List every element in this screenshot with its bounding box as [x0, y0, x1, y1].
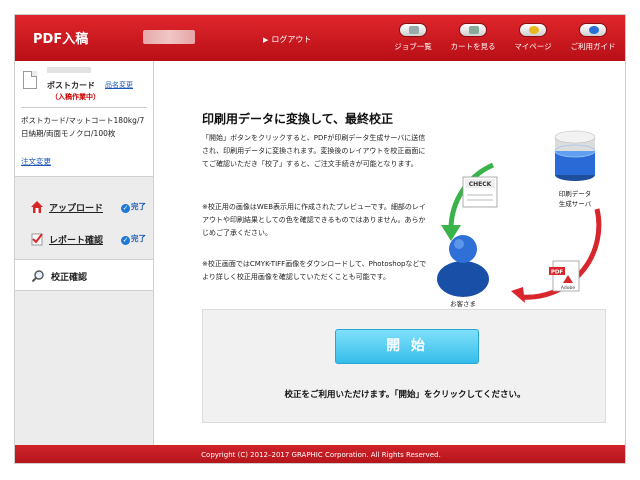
nav-guide[interactable]: ご利用ガイド	[565, 23, 621, 55]
logout-label: ログアウト	[271, 35, 312, 44]
check-circle-icon: ✓	[121, 236, 130, 245]
start-button[interactable]: 開 始	[335, 329, 479, 364]
triangle-right-icon: ▶	[263, 36, 269, 44]
step-proof-label: 校正確認	[51, 273, 88, 283]
sidebar: ポストカード 品名変更 （入稿作業中） ポストカード/マットコート180kg/7…	[15, 61, 154, 445]
order-change-link[interactable]: 注文変更	[21, 156, 51, 167]
check-document-icon: CHECK	[462, 176, 498, 208]
svg-text:PDF: PDF	[551, 270, 564, 276]
check-circle-icon: ✓	[121, 204, 130, 213]
main-content: 印刷用データに変換して、最終校正 「開始」ボタンをクリックすると、PDFが印刷デ…	[155, 61, 625, 445]
top-header: PDF入稿 ▶ ログアウト ジョブ一覧 カートを見る マイページ ご利用ガイド	[15, 15, 625, 61]
page-title: 印刷用データに変換して、最終校正	[202, 112, 394, 126]
step-report[interactable]: レポート確認 ✓ 完了	[15, 223, 153, 255]
nav-cart[interactable]: カートを見る	[445, 23, 501, 55]
app-window: PDF入稿 ▶ログアウト ジョブ一覧 カートを見る マイページ ご利用ガイド	[14, 14, 626, 464]
red-arrowhead-icon	[511, 287, 525, 303]
report-check-icon	[31, 233, 43, 246]
server-label-line1: 印刷データ	[559, 189, 592, 198]
magnifier-icon	[31, 270, 44, 283]
product-spec: ポストカード/マットコート180kg/7日納期/両面モノクロ/100枚	[21, 116, 145, 138]
nav-guide-label: ご利用ガイド	[570, 42, 616, 51]
job-list-icon	[399, 23, 427, 37]
document-icon	[23, 71, 37, 89]
check-label: CHECK	[469, 181, 492, 188]
nav-job-list-label: ジョブ一覧	[394, 42, 432, 51]
product-name: ポストカード	[47, 81, 95, 90]
step-proof[interactable]: 校正確認	[15, 259, 153, 291]
step-report-label: レポート確認	[49, 236, 104, 246]
database-server-icon	[554, 130, 596, 181]
redacted-text	[47, 67, 91, 73]
nav-mypage-label: マイページ	[514, 42, 552, 51]
customer-label: お客さま	[450, 299, 476, 308]
footer-copyright: Copyright (C) 2012–2017 GRAPHIC Corporat…	[15, 445, 625, 463]
help-icon	[579, 23, 607, 37]
nav-cart-label: カートを見る	[450, 42, 496, 51]
status-badge: （入稿作業中）	[51, 93, 100, 101]
change-product-link[interactable]: 品名変更	[105, 80, 133, 90]
logout-link[interactable]: ▶ ログアウト	[263, 34, 311, 45]
cmyk-note: ※校正画面ではCMYK-TIFF画像をダウンロードして、Photoshopなどで…	[202, 260, 427, 281]
customer-person-icon	[437, 235, 489, 297]
workflow-diagram: 印刷データ 生成サーバ CHECK お客さま PDF Adobe	[437, 130, 602, 308]
mypage-icon	[519, 23, 547, 37]
nav-mypage[interactable]: マイページ	[505, 23, 561, 55]
server-label-line2: 生成サーバ	[559, 199, 592, 208]
step-upload-label: アップロード	[49, 204, 104, 214]
step-report-done: ✓ 完了	[121, 234, 146, 245]
svg-text:Adobe: Adobe	[561, 285, 575, 291]
pdf-file-icon: PDF Adobe	[549, 260, 580, 292]
product-panel: ポストカード 品名変更 （入稿作業中） ポストカード/マットコート180kg/7…	[15, 61, 153, 177]
brand-title: PDF入稿	[33, 32, 89, 47]
step-upload-done: ✓ 完了	[121, 202, 146, 213]
cart-icon	[459, 23, 487, 37]
upload-home-icon	[31, 201, 43, 213]
nav-job-list[interactable]: ジョブ一覧	[385, 23, 441, 55]
redacted-user-name	[143, 30, 195, 44]
step-upload[interactable]: アップロード ✓ 完了	[15, 191, 153, 223]
preview-note: ※校正用の画像はWEB表示用に作成されたプレビューです。細部のレイアウトや印刷結…	[202, 203, 426, 237]
divider	[21, 107, 147, 108]
header-nav: ジョブ一覧 カートを見る マイページ ご利用ガイド	[385, 23, 621, 55]
description-paragraph: 「開始」ボタンをクリックすると、PDFが印刷データ生成サーバに送信され、印刷用デ…	[202, 134, 426, 168]
start-message: 校正をご利用いただけます。「開始」をクリックしてください。	[284, 390, 526, 400]
start-panel: 開 始 校正をご利用いただけます。「開始」をクリックしてください。	[202, 309, 606, 423]
